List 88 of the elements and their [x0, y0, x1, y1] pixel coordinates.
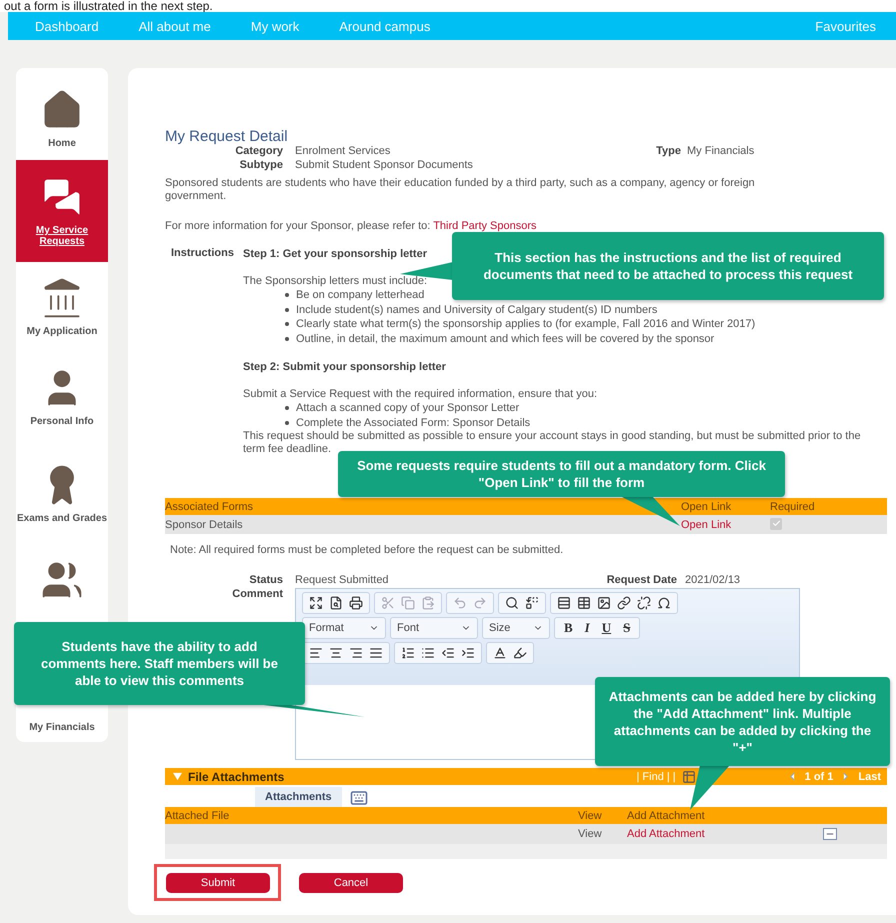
- table-cell-text: Sponsor Details: [165, 518, 244, 530]
- column-header: Open Link: [681, 500, 732, 512]
- callout-box: Attachments can be added here by clicking the "Add Attachment" link. Multiple attachments can be added by clicking the "+": [595, 677, 890, 766]
- preview-icon[interactable]: [329, 596, 343, 610]
- sidebar-item[interactable]: My Service Requests: [16, 160, 108, 262]
- text-style-button[interactable]: I: [582, 620, 593, 636]
- link-icon[interactable]: [617, 596, 631, 610]
- step-lead: Submit a Service Request with the required information, ensure that you:: [243, 388, 598, 401]
- text-style-button[interactable]: B: [561, 620, 576, 636]
- sidebar-item[interactable]: Personal Info: [16, 350, 108, 442]
- sponsors-link[interactable]: Third Party Sponsors: [433, 220, 537, 232]
- open-link[interactable]: Open Link: [681, 518, 732, 530]
- bullet-item: Be on company letterhead: [296, 288, 424, 302]
- sidebar-item[interactable]: Home: [16, 76, 108, 160]
- bullet-item: Attach a scanned copy of your Sponsor Letter: [296, 401, 520, 416]
- omega-icon[interactable]: [657, 596, 671, 610]
- image-icon[interactable]: [597, 596, 611, 610]
- column-header: Add Attachment: [627, 810, 706, 822]
- step-heading: Step 1: Get your sponsorship letter: [243, 247, 427, 261]
- bullet-icon: [285, 293, 289, 298]
- align-left-icon[interactable]: [309, 646, 323, 660]
- field-label: Status: [248, 574, 284, 586]
- text-style-button[interactable]: U: [598, 620, 614, 636]
- sponsor-note: For more information for your Sponsor, please refer to: Third Party Sponsors: [165, 220, 538, 233]
- bullet-list-icon[interactable]: [421, 646, 435, 660]
- text-style-button[interactable]: S: [620, 620, 634, 636]
- column-header: View: [578, 810, 603, 822]
- column-header: Required: [770, 500, 816, 512]
- field-value: 2021/02/13: [685, 574, 742, 586]
- pager-text: 1 of 1: [804, 770, 834, 782]
- numbered-list-icon[interactable]: [401, 646, 415, 660]
- justify-icon[interactable]: [369, 646, 383, 660]
- bullet-icon: [285, 420, 289, 425]
- bullet-item: Outline, in detail, the maximum amount and which fees will be covered by the sponsor: [296, 332, 714, 346]
- bullet-item: Complete the Associated Form: Sponsor Details: [296, 416, 530, 430]
- attachments-tab[interactable]: Attachments: [255, 787, 342, 807]
- field-label: Category: [234, 145, 284, 157]
- section-title: File Attachments: [188, 770, 284, 784]
- bullet-icon: [285, 406, 289, 410]
- bullet-item: Include student(s) names and University of Calgary student(s) ID numbers: [296, 302, 658, 317]
- toolbar-dropdown[interactable]: Format: [302, 617, 386, 639]
- field-label: Comment: [231, 588, 284, 602]
- bullet-icon: [285, 308, 289, 312]
- add-attachment-link[interactable]: Add Attachment: [627, 828, 705, 840]
- callout-pointer: [688, 765, 732, 811]
- bullet-item: Clearly state what term(s) the sponsorship applies to (for example, Fall 2016 and Winter 2017): [296, 317, 756, 332]
- step-heading: Step 2: Submit your sponsorship letter: [243, 360, 446, 374]
- field-label: Type: [655, 145, 682, 157]
- align-right-icon[interactable]: [349, 646, 363, 660]
- keyboard-icon[interactable]: [350, 789, 368, 807]
- field-value: Enrolment Services: [295, 145, 390, 157]
- unlink-icon[interactable]: [637, 596, 651, 610]
- toolbar-dropdown[interactable]: Font: [390, 617, 478, 639]
- forms-note: Note: All required forms must be completed before the request can be submitted.: [170, 544, 564, 557]
- bullet-icon: [285, 336, 289, 341]
- align-center-icon[interactable]: [329, 646, 343, 660]
- highlight-color-icon[interactable]: [513, 646, 527, 660]
- step-lead: The Sponsorship letters must include:: [243, 275, 428, 288]
- submit-button[interactable]: Submit: [166, 873, 270, 893]
- table-cell-text: View: [578, 828, 603, 840]
- print-icon[interactable]: [349, 596, 363, 610]
- column-header: Attached File: [165, 810, 230, 822]
- sidebar-item[interactable]: My Application: [16, 262, 108, 350]
- table-icon[interactable]: [577, 596, 591, 610]
- instructions-label: Instructions: [170, 247, 235, 261]
- search-icon[interactable]: [505, 596, 519, 610]
- toolbar-dropdown[interactable]: Size: [482, 617, 550, 639]
- grid-icon[interactable]: [682, 770, 696, 784]
- sidebar-item[interactable]: My Financials: [16, 712, 108, 742]
- field-label: Subtype: [238, 159, 284, 171]
- remove-row-button[interactable]: [823, 828, 837, 840]
- intro-paragraph: Sponsored students are students who have their education funded by a third party, such as a company, agency or foreign government.: [165, 177, 756, 203]
- text-color-icon[interactable]: [493, 646, 507, 660]
- field-value: Request Submitted: [295, 574, 389, 586]
- field-label: Request Date: [606, 574, 678, 586]
- field-value: Submit Student Sponsor Documents: [295, 159, 473, 171]
- outdent-icon[interactable]: [441, 646, 455, 660]
- page-title: My Request Detail: [165, 128, 289, 145]
- cancel-button[interactable]: Cancel: [299, 873, 403, 893]
- bullet-icon: [285, 322, 289, 326]
- column-header: Associated Forms: [165, 500, 254, 512]
- field-value: My Financials: [687, 145, 756, 157]
- expand-icon[interactable]: [309, 596, 323, 610]
- sidebar-item[interactable]: Exams and Grades: [16, 442, 108, 545]
- indent-icon[interactable]: [461, 646, 475, 660]
- replace-icon[interactable]: [525, 596, 539, 610]
- callout-pointer: [620, 496, 682, 527]
- callout-box: This section has the instructions and the list of required documents that need to be attached to process this request: [452, 232, 884, 300]
